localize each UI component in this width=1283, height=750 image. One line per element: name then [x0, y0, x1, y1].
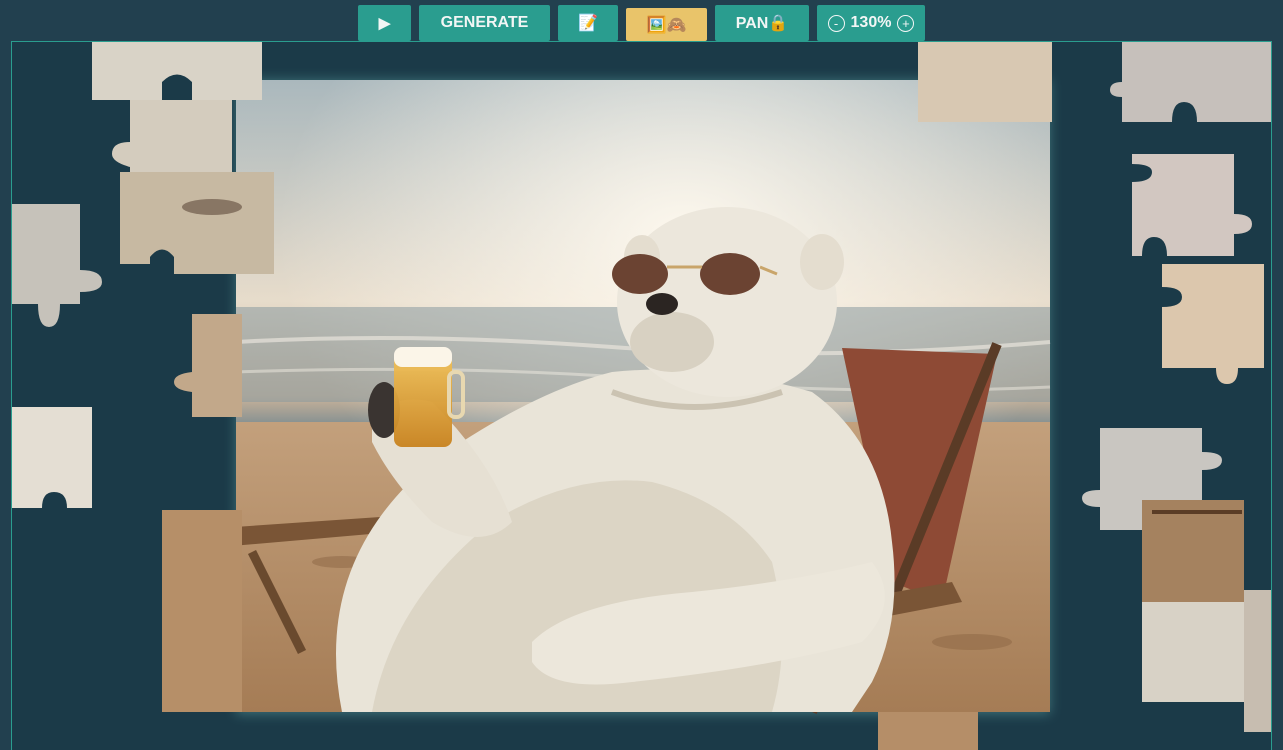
puzzle-piece[interactable] [918, 42, 1052, 122]
assembled-puzzle-image[interactable] [162, 80, 1051, 714]
puzzle-piece[interactable] [162, 510, 242, 712]
play-button[interactable]: ▶ [358, 5, 411, 41]
puzzle-piece[interactable] [878, 712, 978, 750]
pan-lock-button[interactable]: PAN🔒 [715, 5, 809, 41]
puzzle-piece[interactable] [1142, 500, 1244, 602]
puzzle-piece[interactable] [92, 42, 262, 100]
zoom-in-button[interactable]: + [897, 14, 915, 32]
puzzle-piece[interactable] [174, 314, 242, 417]
puzzle-board[interactable] [11, 41, 1272, 750]
puzzle-piece[interactable] [1244, 590, 1272, 732]
puzzle-piece[interactable] [1110, 42, 1272, 122]
puzzle-piece[interactable] [12, 407, 92, 508]
puzzle-piece[interactable] [1162, 264, 1264, 384]
puzzle-piece[interactable] [1132, 154, 1252, 256]
puzzle-piece[interactable] [1142, 602, 1244, 702]
toolbar: ▶ GENERATE 📝 🖼️🙈 PAN🔒 - 130% + [358, 5, 925, 41]
edit-button[interactable]: 📝 [558, 5, 618, 41]
puzzle-piece[interactable] [12, 204, 102, 327]
puzzle-canvas[interactable] [12, 42, 1272, 750]
preview-toggle-button[interactable]: 🖼️🙈 [626, 8, 707, 41]
zoom-level: 130% [850, 14, 892, 31]
puzzle-piece[interactable] [120, 172, 274, 274]
generate-button[interactable]: GENERATE [419, 5, 550, 41]
zoom-control: - 130% + [817, 5, 925, 41]
zoom-out-button[interactable]: - [827, 14, 845, 32]
